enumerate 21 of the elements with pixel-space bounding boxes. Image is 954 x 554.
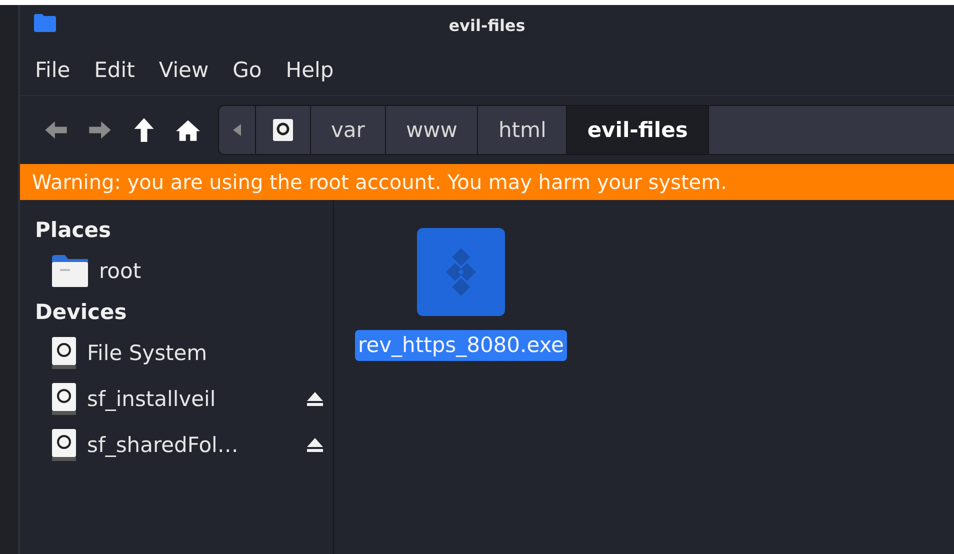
menu-item[interactable]: Edit xyxy=(94,58,135,82)
drive-icon xyxy=(51,382,77,416)
sidebar-item[interactable]: File System xyxy=(87,341,297,365)
section-heading: Places xyxy=(35,217,112,244)
window-title: evil-files xyxy=(448,16,526,34)
menu-item[interactable]: Help xyxy=(286,58,334,82)
menu-item[interactable]: File xyxy=(35,58,70,82)
sidebar-item[interactable]: sf_sharedFol… xyxy=(87,433,297,457)
menu-item[interactable]: Go xyxy=(232,58,262,82)
eject-icon[interactable] xyxy=(306,391,324,407)
drive-icon xyxy=(51,336,77,370)
menu-item[interactable]: View xyxy=(158,58,209,82)
folder-icon xyxy=(34,14,56,32)
warning-banner: Warning: you are using the root account. You may harm your system. xyxy=(20,164,954,200)
file-name[interactable]: rev_https_8080.exe xyxy=(355,330,567,361)
eject-icon[interactable] xyxy=(306,437,324,453)
sidebar-item[interactable]: sf_installveil xyxy=(87,387,297,411)
drive-icon xyxy=(51,428,77,462)
folder-icon xyxy=(51,254,89,288)
section-heading: Devices xyxy=(35,299,128,326)
sidebar-item[interactable]: root xyxy=(99,259,297,283)
